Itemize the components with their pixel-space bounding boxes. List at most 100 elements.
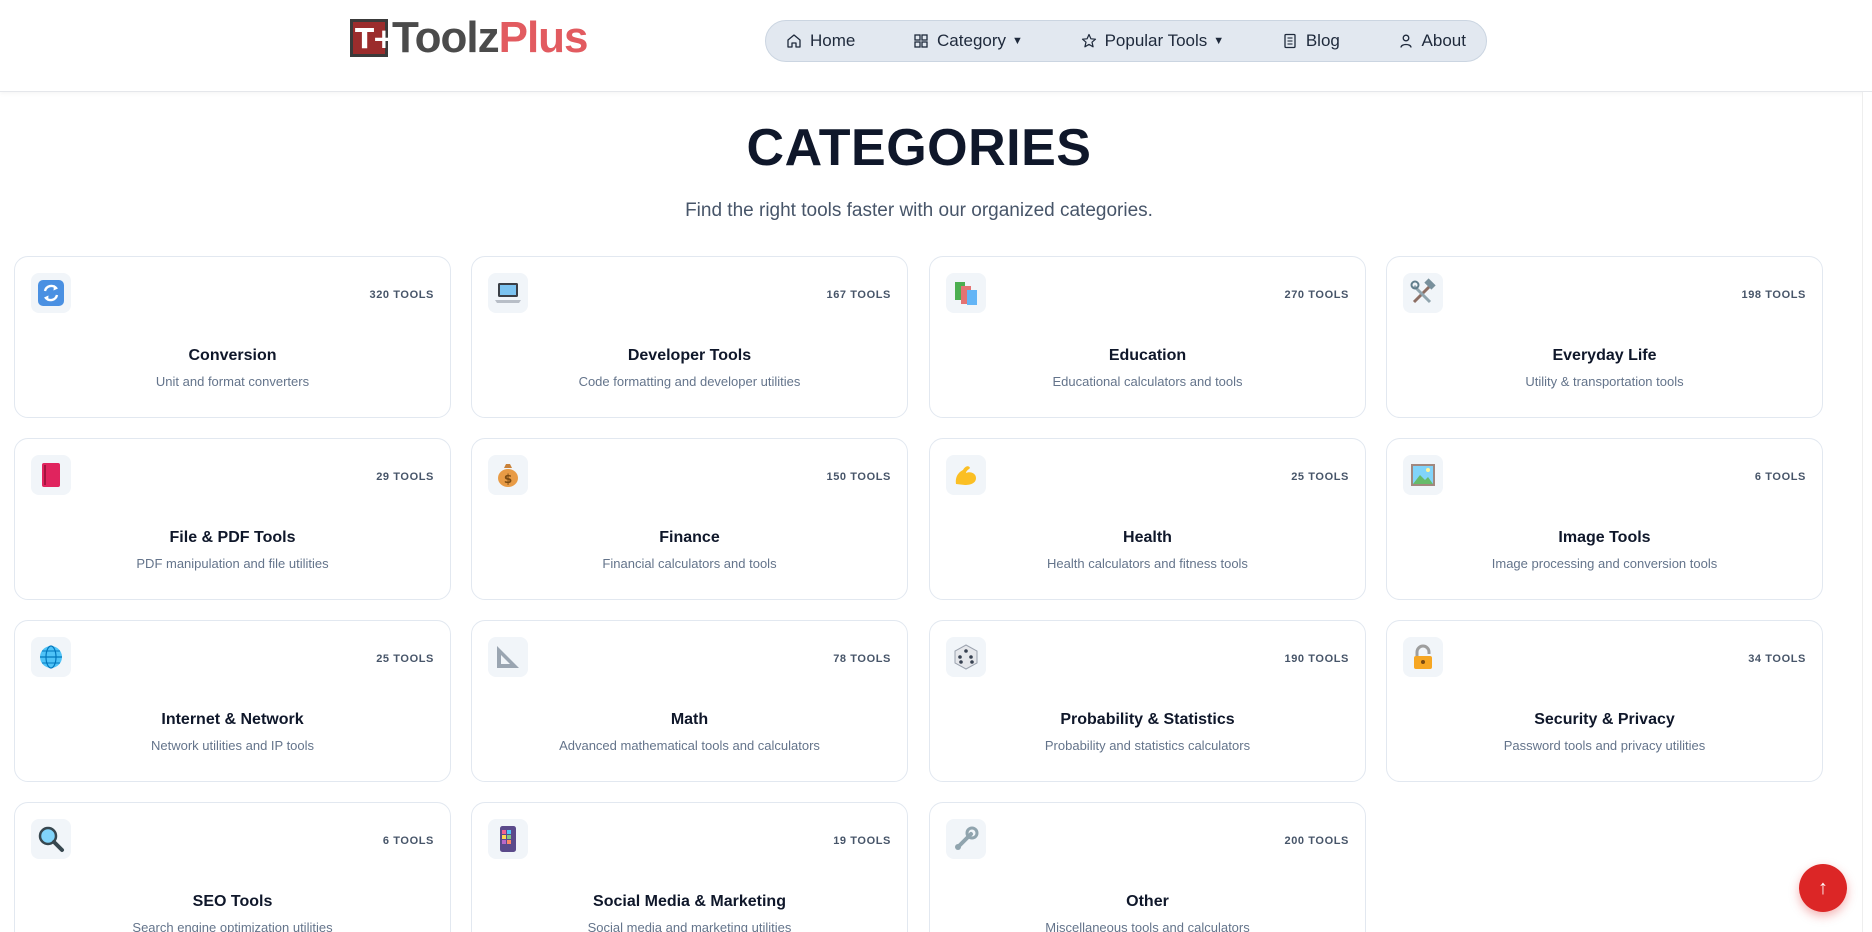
tool-count: 150 TOOLS — [826, 471, 891, 483]
category-card-health[interactable]: 25 TOOLS Health Health calculators and f… — [929, 438, 1366, 600]
category-name: Internet & Network — [161, 711, 304, 728]
category-name: Health — [1123, 529, 1172, 546]
category-description: Unit and format converters — [155, 374, 310, 389]
page-title: CATEGORIES — [746, 119, 1092, 177]
category-description: Financial calculators and tools — [602, 556, 777, 571]
money-bag-icon: $ — [488, 455, 528, 495]
svg-text:$: $ — [504, 472, 512, 486]
nav-about-label: About — [1421, 31, 1466, 50]
logo-text: ToolzPlus — [392, 13, 589, 62]
book-icon — [31, 455, 71, 495]
tools-icon — [1403, 273, 1443, 313]
refresh-icon — [31, 273, 71, 313]
scroll-to-top-button[interactable]: ↑ — [1799, 864, 1847, 912]
nav-popular-label: Popular Tools — [1104, 31, 1208, 50]
category-description: Image processing and conversion tools — [1491, 556, 1718, 571]
category-name: Security & Privacy — [1534, 711, 1675, 728]
category-name: SEO Tools — [192, 893, 273, 910]
tool-count: 270 TOOLS — [1284, 289, 1349, 301]
wrench-icon — [946, 819, 986, 859]
category-description: Advanced mathematical tools and calculat… — [559, 738, 820, 753]
category-description: Utility & transportation tools — [1525, 374, 1684, 389]
page-scrollbar[interactable] — [1862, 92, 1872, 932]
category-card-math[interactable]: 78 TOOLS Math Advanced mathematical tool… — [471, 620, 908, 782]
tool-count: 6 TOOLS — [1754, 471, 1806, 483]
nav-popular-tools[interactable]: Popular Tools ▼ — [1081, 31, 1224, 51]
tool-count: 29 TOOLS — [376, 471, 434, 483]
globe-icon — [31, 637, 71, 677]
category-description: PDF manipulation and file utilities — [136, 556, 329, 571]
category-name: Conversion — [188, 347, 277, 364]
triangle-ruler-icon — [488, 637, 528, 677]
category-name: Finance — [659, 529, 720, 546]
site-logo[interactable]: T+ ToolzPlus — [350, 13, 589, 62]
tool-count: 200 TOOLS — [1284, 835, 1349, 847]
tool-count: 19 TOOLS — [833, 835, 891, 847]
category-card-security-privacy[interactable]: 34 TOOLS Security & Privacy Password too… — [1386, 620, 1823, 782]
main-nav: Home Category ▼ Popular Tools ▼ Blog Abo… — [765, 20, 1487, 62]
category-description: Social media and marketing utilities — [587, 920, 792, 932]
home-icon — [787, 34, 801, 48]
category-card-developer-tools[interactable]: 167 TOOLS Developer Tools Code formattin… — [471, 256, 908, 418]
category-name: Probability & Statistics — [1060, 711, 1235, 728]
lock-icon — [1403, 637, 1443, 677]
nav-home-label: Home — [810, 31, 856, 50]
tool-count: 34 TOOLS — [1748, 653, 1806, 665]
nav-category-label: Category — [937, 31, 1007, 50]
phone-icon — [488, 819, 528, 859]
nav-category[interactable]: Category ▼ — [913, 31, 1023, 51]
magnifier-icon — [31, 819, 71, 859]
category-name: Education — [1108, 347, 1187, 364]
tool-count: 78 TOOLS — [833, 653, 891, 665]
books-icon — [946, 273, 986, 313]
category-description: Network utilities and IP tools — [150, 738, 315, 753]
category-name: Image Tools — [1558, 529, 1651, 546]
category-card-seo-tools[interactable]: 6 TOOLS SEO Tools Search engine optimiza… — [14, 802, 451, 932]
category-name: Math — [670, 711, 709, 728]
category-description: Health calculators and fitness tools — [1047, 556, 1248, 571]
tool-count: 25 TOOLS — [376, 653, 434, 665]
tool-count: 25 TOOLS — [1291, 471, 1349, 483]
tool-count: 190 TOOLS — [1284, 653, 1349, 665]
nav-blog[interactable]: Blog — [1282, 31, 1340, 51]
picture-icon — [1403, 455, 1443, 495]
category-description: Miscellaneous tools and calculators — [1045, 920, 1250, 932]
nav-blog-label: Blog — [1305, 31, 1340, 50]
category-description: Probability and statistics calculators — [1044, 738, 1251, 753]
tool-count: 167 TOOLS — [826, 289, 891, 301]
star-icon — [1081, 33, 1096, 48]
category-name: Developer Tools — [627, 347, 752, 364]
tool-count: 198 TOOLS — [1741, 289, 1806, 301]
laptop-icon — [488, 273, 528, 313]
tool-count: 320 TOOLS — [369, 289, 434, 301]
page-subtitle: Find the right tools faster with our org… — [685, 200, 1153, 221]
nav-about[interactable]: About — [1398, 31, 1466, 51]
category-card-finance[interactable]: $ 150 TOOLS Finance Financial calculator… — [471, 438, 908, 600]
category-card-probability-statistics[interactable]: 190 TOOLS Probability & Statistics Proba… — [929, 620, 1366, 782]
tool-count: 6 TOOLS — [382, 835, 434, 847]
muscle-icon — [946, 455, 986, 495]
category-card-conversion[interactable]: 320 TOOLS Conversion Unit and format con… — [14, 256, 451, 418]
grid-icon — [914, 34, 928, 48]
category-name: Other — [1126, 893, 1169, 910]
arrow-up-icon: ↑ — [1818, 876, 1828, 899]
category-card-other[interactable]: 200 TOOLS Other Miscellaneous tools and … — [929, 802, 1366, 932]
category-name: Social Media & Marketing — [593, 893, 786, 910]
user-icon — [1399, 34, 1412, 48]
category-description: Educational calculators and tools — [1052, 374, 1243, 389]
site-header: T+ ToolzPlus Home Category ▼ Popular Too… — [0, 0, 1872, 92]
category-description: Password tools and privacy utilities — [1503, 738, 1706, 753]
category-description: Search engine optimization utilities — [132, 920, 333, 932]
document-icon — [1284, 33, 1296, 49]
category-card-file-pdf-tools[interactable]: 29 TOOLS File & PDF Tools PDF manipulati… — [14, 438, 451, 600]
category-card-education[interactable]: 270 TOOLS Education Educational calculat… — [929, 256, 1366, 418]
nav-home[interactable]: Home — [786, 31, 855, 51]
category-name: Everyday Life — [1552, 347, 1657, 364]
category-card-social-media-marketing[interactable]: 19 TOOLS Social Media & Marketing Social… — [471, 802, 908, 932]
category-card-image-tools[interactable]: 6 TOOLS Image Tools Image processing and… — [1386, 438, 1823, 600]
category-name: File & PDF Tools — [169, 529, 296, 546]
category-card-everyday-life[interactable]: 198 TOOLS Everyday Life Utility & transp… — [1386, 256, 1823, 418]
caret-down-icon: ▼ — [1012, 35, 1023, 47]
logo-mark: T+ — [350, 19, 396, 57]
category-card-internet-network[interactable]: 25 TOOLS Internet & Network Network util… — [14, 620, 451, 782]
